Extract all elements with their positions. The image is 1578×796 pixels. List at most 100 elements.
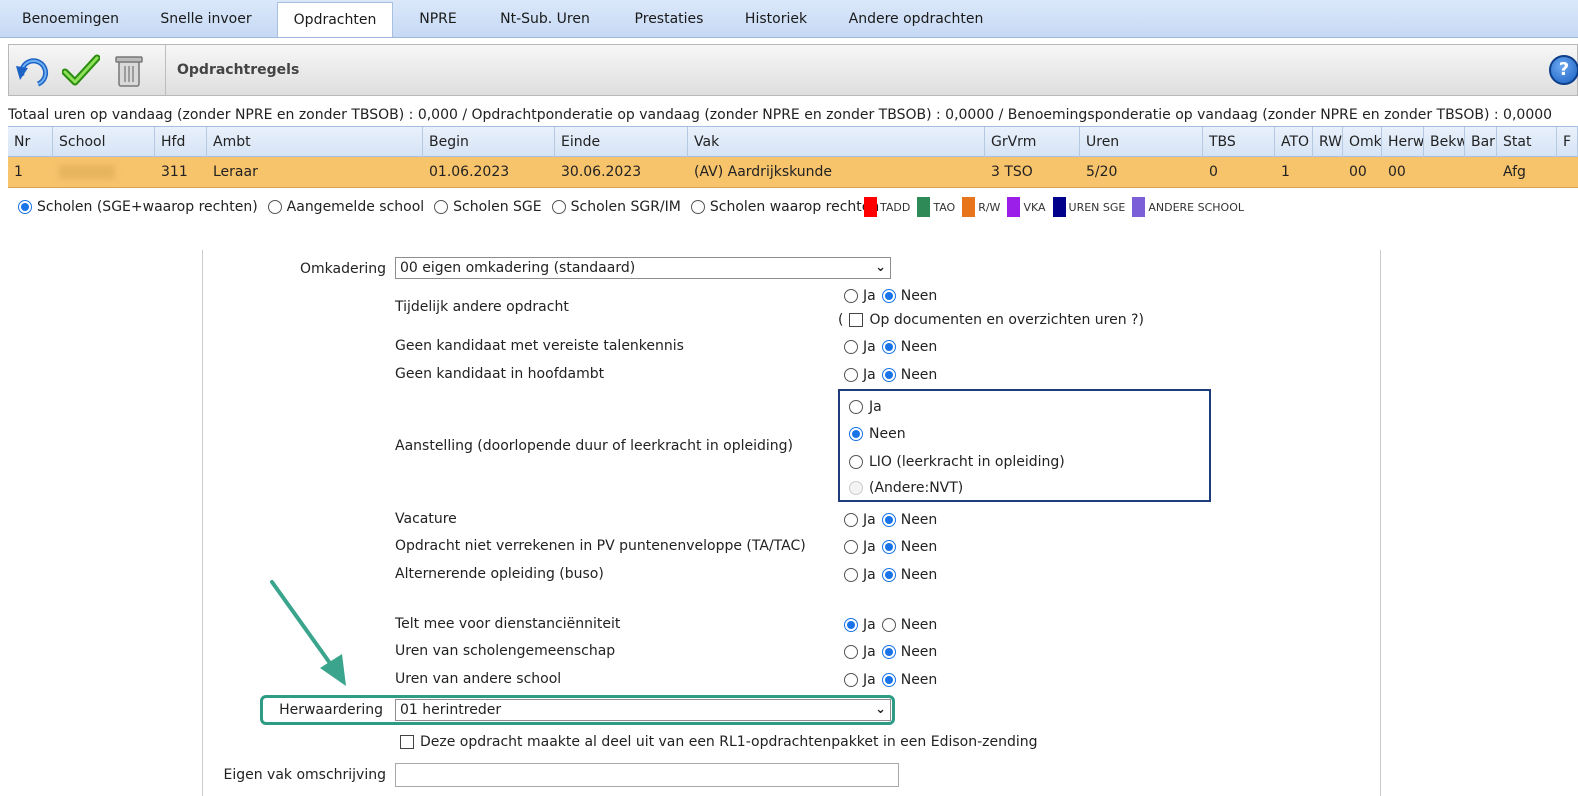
radio-icon[interactable] [881, 540, 896, 554]
dienstanciënniteit-neen[interactable]: Neen [881, 617, 937, 633]
tijdelijk-neen[interactable]: Neen [881, 288, 937, 304]
col-header-school[interactable]: School [53, 127, 155, 157]
herwaardering-select[interactable]: 01 herintreder ⌄ [395, 699, 891, 721]
radio-icon[interactable] [881, 645, 896, 659]
radio-icon[interactable] [18, 200, 32, 214]
legend-label: R/W [978, 200, 1001, 214]
radio-icon[interactable] [267, 200, 282, 214]
scholengemeenschap-ja[interactable]: Ja [844, 644, 876, 660]
andere-school-ja[interactable]: Ja [844, 672, 876, 688]
radio-icon[interactable] [881, 568, 896, 582]
radio-icon[interactable] [881, 368, 896, 382]
delete-button[interactable] [109, 52, 149, 90]
tab-prestaties[interactable]: Prestaties [614, 4, 724, 34]
col-header-nr[interactable]: Nr [8, 127, 53, 157]
opdrachtregels-grid: Nr School Hfd Ambt Begin Einde Vak GrVrm… [8, 126, 1578, 188]
radio-icon[interactable] [844, 340, 858, 354]
vacature-neen[interactable]: Neen [881, 512, 937, 528]
col-header-einde[interactable]: Einde [555, 127, 688, 157]
scholengemeenschap-label: Uren van scholengemeenschap [395, 643, 616, 659]
radio-icon[interactable] [881, 513, 896, 527]
radio-icon[interactable] [881, 340, 896, 354]
tab-andere-opdrachten[interactable]: Andere opdrachten [836, 4, 996, 34]
save-button[interactable] [61, 52, 101, 90]
dienstanciënniteit-ja[interactable]: Ja [844, 617, 876, 633]
help-icon[interactable]: ? [1549, 55, 1578, 85]
talenkennis-neen[interactable]: Neen [881, 339, 937, 355]
filter-scholen-sge[interactable]: Scholen SGE [434, 199, 542, 215]
filter-scholen-sgr-im[interactable]: Scholen SGR/IM [551, 199, 681, 215]
alternerende-neen[interactable]: Neen [881, 567, 937, 583]
col-header-uren[interactable]: Uren [1080, 127, 1203, 157]
radio-icon[interactable] [844, 513, 858, 527]
puntenenveloppe-neen[interactable]: Neen [881, 539, 937, 555]
col-header-rw[interactable]: RW [1313, 127, 1343, 157]
col-header-hfd[interactable]: Hfd [155, 127, 207, 157]
tab-historiek[interactable]: Historiek [732, 4, 820, 34]
filter-scholen-sge-rechten[interactable]: Scholen (SGE+waarop rechten) [18, 199, 258, 215]
col-header-f[interactable]: F [1557, 127, 1578, 157]
tijdelijk-ja[interactable]: Ja [844, 288, 876, 304]
color-legend: TADD TAO R/W VKA UREN SGE ANDERE SCHOOL [864, 196, 1244, 218]
aanstelling-ja[interactable]: Ja [849, 399, 882, 415]
radio-icon[interactable] [844, 568, 858, 582]
radio-icon[interactable] [844, 289, 858, 303]
col-header-ambt[interactable]: Ambt [207, 127, 423, 157]
radio-icon[interactable] [434, 200, 449, 214]
tab-benoemingen[interactable]: Benoemingen [8, 4, 133, 34]
undo-button[interactable] [13, 52, 53, 90]
radio-icon[interactable] [690, 200, 705, 214]
col-header-tbs[interactable]: TBS [1203, 127, 1275, 157]
table-row[interactable]: 1 311 Leraar 01.06.2023 30.06.2023 (AV) … [8, 157, 1578, 188]
radio-icon[interactable] [849, 455, 863, 469]
radio-icon[interactable] [844, 540, 858, 554]
radio-icon[interactable] [844, 618, 858, 632]
col-header-vak[interactable]: Vak [688, 127, 985, 157]
tab-snelle-invoer[interactable]: Snelle invoer [140, 4, 272, 34]
vacature-ja[interactable]: Ja [844, 512, 876, 528]
puntenenveloppe-ja[interactable]: Ja [844, 539, 876, 555]
col-header-herw[interactable]: Herw [1382, 127, 1424, 157]
radio-icon[interactable] [844, 673, 858, 687]
filter-aangemelde-school[interactable]: Aangemelde school [267, 199, 424, 215]
filter-scholen-rechten[interactable]: Scholen waarop rechten [690, 199, 879, 215]
radio-icon[interactable] [849, 400, 863, 414]
rl1-checkbox[interactable] [400, 735, 414, 749]
aanstelling-lio[interactable]: LIO (leerkracht in opleiding) [849, 454, 1065, 470]
puntenenveloppe-label: Opdracht niet verrekenen in PV puntenenv… [395, 538, 806, 554]
radio-icon[interactable] [881, 673, 896, 687]
grid-header-row: Nr School Hfd Ambt Begin Einde Vak GrVrm… [8, 126, 1578, 157]
radio-icon[interactable] [849, 427, 863, 441]
col-header-bekw[interactable]: Bekw [1424, 127, 1465, 157]
andere-school-neen[interactable]: Neen [881, 672, 937, 688]
alternerende-ja[interactable]: Ja [844, 567, 876, 583]
col-header-stat[interactable]: Stat [1497, 127, 1557, 157]
hoofdambt-ja[interactable]: Ja [844, 367, 876, 383]
col-header-begin[interactable]: Begin [423, 127, 555, 157]
scholengemeenschap-neen[interactable]: Neen [881, 644, 937, 660]
col-header-ato[interactable]: ATO [1275, 127, 1313, 157]
omkadering-select[interactable]: 00 eigen omkadering (standaard) ⌄ [395, 257, 891, 279]
hoofdambt-neen[interactable]: Neen [881, 367, 937, 383]
col-header-grvrm[interactable]: GrVrm [985, 127, 1080, 157]
aanstelling-neen[interactable]: Neen [849, 426, 906, 442]
radio-icon[interactable] [881, 618, 896, 632]
radio-icon[interactable] [881, 289, 896, 303]
cell-ato: 1 [1281, 164, 1290, 180]
legend-label: TADD [880, 200, 911, 214]
radio-icon[interactable] [844, 368, 858, 382]
aanstelling-label: Aanstelling (doorlopende duur of leerkra… [395, 438, 793, 454]
col-header-omk[interactable]: Omk [1343, 127, 1382, 157]
radio-icon[interactable] [551, 200, 566, 214]
cell-grvrm: 3 TSO [991, 164, 1033, 180]
radio-icon[interactable] [844, 645, 858, 659]
col-header-bar[interactable]: Bar [1465, 127, 1497, 157]
cell-hfd: 311 [161, 164, 188, 180]
op-documenten-checkbox[interactable] [849, 313, 864, 327]
talenkennis-ja[interactable]: Ja [844, 339, 876, 355]
tab-nt-sub-uren[interactable]: Nt-Sub. Uren [486, 4, 604, 34]
tab-opdrachten[interactable]: Opdrachten [277, 2, 393, 37]
eigen-vak-input[interactable] [395, 763, 899, 787]
tab-npre[interactable]: NPRE [400, 4, 476, 34]
chevron-down-icon: ⌄ [875, 702, 886, 717]
